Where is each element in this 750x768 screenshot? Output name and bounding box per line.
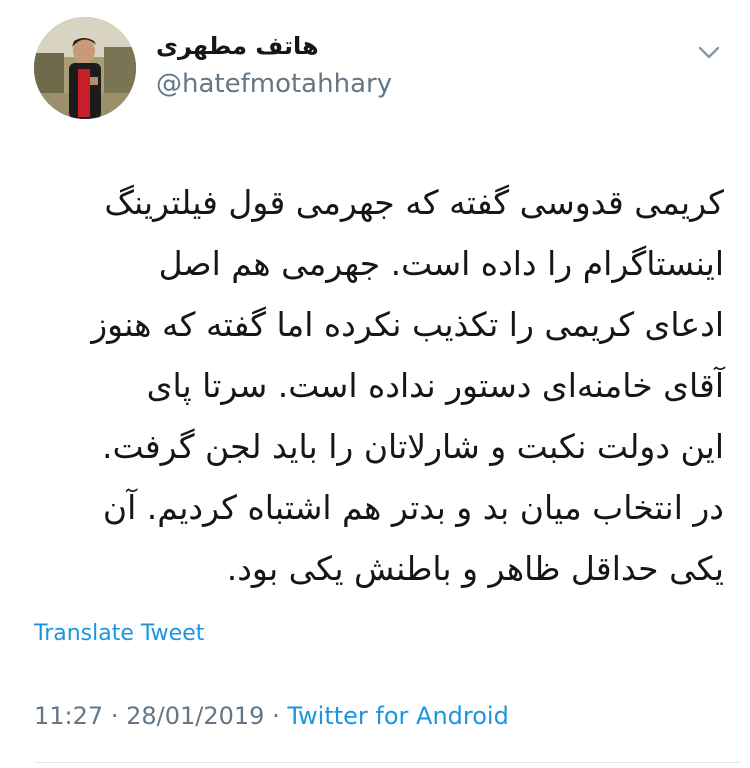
author-handle[interactable]: @hatefmotahhary <box>156 68 392 100</box>
tweet-metadata: 11:27 · 28/01/2019 · Twitter for Android <box>34 700 509 732</box>
meta-separator: · <box>110 702 119 730</box>
profile-photo <box>34 17 136 119</box>
translate-tweet-link[interactable]: Translate Tweet <box>34 620 204 648</box>
avatar[interactable] <box>34 17 136 119</box>
tweet-text: کریمی قدوسی گفته که جهرمی قول فیلترینگ ا… <box>91 183 724 588</box>
meta-separator-2: · <box>272 702 280 730</box>
tweet-date[interactable]: 28/01/2019 <box>126 702 264 730</box>
author-display-name[interactable]: هاتف مطهری <box>156 30 392 62</box>
tweet-card: هاتف مطهری @hatefmotahhary کریمی قدوسی گ… <box>0 0 750 768</box>
chevron-down-icon[interactable] <box>696 40 722 66</box>
divider <box>34 762 750 763</box>
tweet-time[interactable]: 11:27 <box>34 702 103 730</box>
tweet-author[interactable]: هاتف مطهری @hatefmotahhary <box>156 30 392 100</box>
tweet-source-link[interactable]: Twitter for Android <box>287 702 508 730</box>
scrollbar-gutter <box>740 0 750 768</box>
